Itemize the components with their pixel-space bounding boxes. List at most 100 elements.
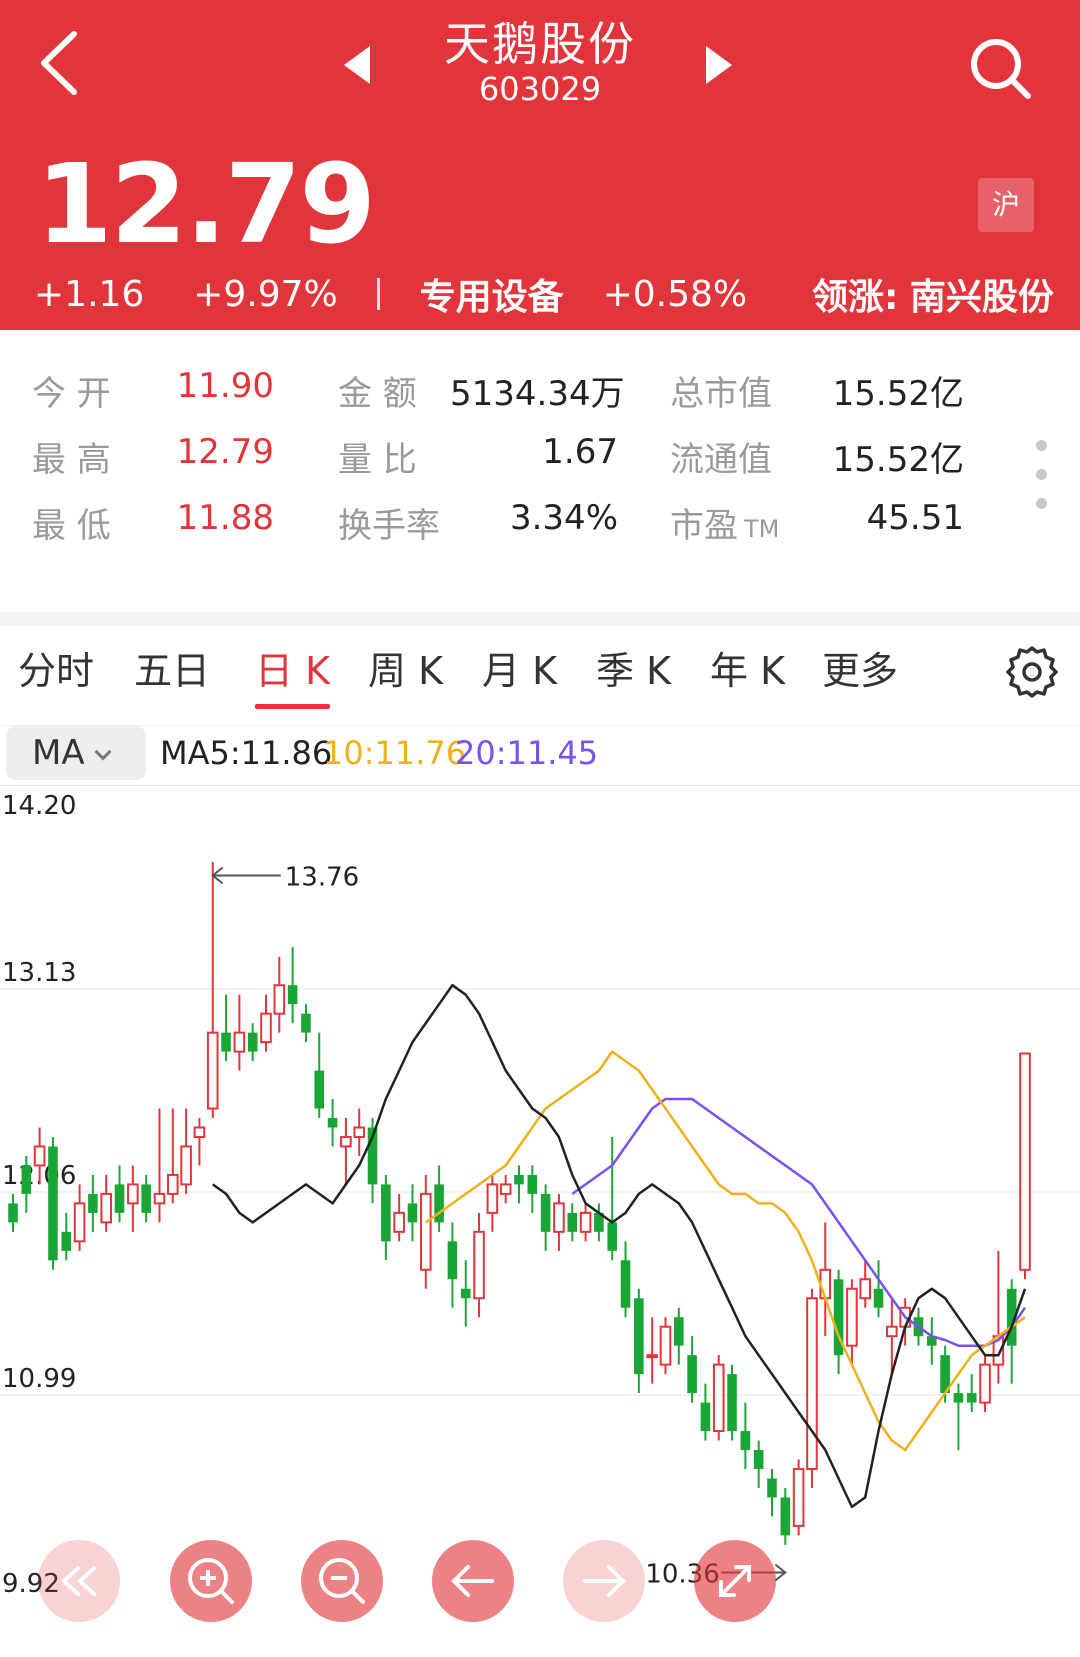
- candle-body-up: [193, 1126, 206, 1138]
- zoom-out-icon: [319, 1558, 365, 1604]
- ma10-readout: 10:11.76: [323, 734, 467, 772]
- more-stats-button[interactable]: [1034, 440, 1050, 510]
- candle-body-down: [966, 1393, 977, 1403]
- sector-name[interactable]: 专用设备: [420, 268, 564, 320]
- next-stock-button[interactable]: [700, 40, 736, 90]
- prev-stock-button[interactable]: [340, 40, 376, 90]
- candle-body-up: [659, 1325, 672, 1366]
- candle-body-down: [567, 1212, 578, 1232]
- zoom-out-button[interactable]: [301, 1540, 383, 1622]
- candle-body-down: [700, 1402, 711, 1432]
- y-axis-tick-label: 10.99: [2, 1364, 76, 1394]
- candle-body-down: [301, 1013, 311, 1033]
- candle-body-down: [114, 1184, 125, 1213]
- candle-body-up: [33, 1145, 46, 1167]
- candle-body-down: [460, 1288, 471, 1299]
- stock-header: 天鹅股份 603029 12.79 沪 +1.16 +9.97% 专用设备 +0…: [0, 0, 1080, 330]
- candle-body-up: [127, 1183, 139, 1205]
- sector-change: +0.58%: [602, 273, 748, 315]
- tab-daily-k[interactable]: 日 K: [255, 640, 330, 709]
- kline-chart[interactable]: 14.2013.1312.0610.999.9213.7610.36: [0, 786, 1080, 1657]
- turnover-value: 3.34%: [509, 498, 618, 538]
- search-icon: [971, 39, 1031, 99]
- candle-body-down: [8, 1203, 18, 1223]
- y-axis-tick-label: 13.13: [2, 958, 76, 988]
- divider: [377, 278, 381, 310]
- ma20-readout: 20:11.45: [455, 734, 599, 772]
- pe-label-text: 市盈: [670, 506, 738, 546]
- candle-body-up: [806, 1297, 818, 1470]
- candle-body-down: [514, 1174, 524, 1185]
- y-axis-tick-label: 14.20: [2, 791, 76, 821]
- fullscreen-button[interactable]: [694, 1540, 776, 1622]
- zoom-in-button[interactable]: [170, 1540, 252, 1622]
- chart-settings-button[interactable]: [1004, 644, 1060, 700]
- candle-body-down: [287, 985, 298, 1005]
- candle-body-up: [1019, 1052, 1031, 1271]
- double-chevron-left-icon: [61, 1566, 96, 1596]
- candle-body-down: [407, 1203, 418, 1223]
- candle-body-up: [792, 1467, 805, 1527]
- max-annotation-label: 13.76: [285, 862, 359, 892]
- candle-body-up: [260, 1012, 272, 1044]
- candle-body-up: [273, 984, 286, 1015]
- candle-body-down: [540, 1193, 551, 1232]
- candle-body-up: [819, 1268, 832, 1300]
- candle-body-up: [73, 1202, 86, 1243]
- indicator-bar: MA MA5:11.86 10:11.76 20:11.45: [0, 720, 1080, 786]
- candle-body-up: [353, 1126, 366, 1138]
- vol-ratio-label: 量 比: [338, 440, 417, 480]
- chevron-left-icon: [41, 31, 77, 95]
- candle-body-up: [486, 1183, 499, 1214]
- indicator-select[interactable]: MA: [6, 726, 146, 780]
- candle-body-down: [620, 1260, 631, 1308]
- arrow-right-icon: [583, 1565, 626, 1597]
- move-left-button[interactable]: [432, 1540, 514, 1622]
- open-label: 今 开: [32, 374, 111, 414]
- candle-body-down: [61, 1231, 72, 1251]
- candle-body-down: [673, 1317, 684, 1346]
- candle-body-up: [886, 1325, 898, 1338]
- tab-quarterly-k[interactable]: 季 K: [596, 640, 671, 695]
- tab-weekly-k[interactable]: 周 K: [368, 640, 443, 695]
- tab-yearly-k[interactable]: 年 K: [710, 640, 785, 695]
- tab-intraday[interactable]: 分时: [18, 640, 94, 695]
- candle-body-down: [727, 1374, 737, 1432]
- low-label: 最 低: [32, 506, 111, 546]
- candle-body-up: [499, 1183, 512, 1195]
- tab-monthly-k[interactable]: 月 K: [482, 640, 557, 695]
- high-label: 最 高: [32, 440, 111, 480]
- leader-name[interactable]: 南兴股份: [910, 268, 1054, 320]
- move-right-button[interactable]: [563, 1540, 645, 1622]
- expand-icon: [719, 1565, 751, 1597]
- amount-value: 5134.34万: [450, 374, 625, 414]
- turnover-label: 换手率: [338, 506, 440, 546]
- mktcap-label: 总市值: [670, 374, 772, 414]
- candle-body-up: [473, 1230, 485, 1300]
- section-divider: [0, 612, 1080, 626]
- open-value: 11.90: [176, 366, 274, 406]
- period-tabs: 分时 五日 日 K 周 K 月 K 季 K 年 K 更多: [0, 640, 1080, 726]
- candle-body-down: [780, 1497, 791, 1536]
- dot-icon: [1036, 469, 1047, 480]
- scroll-start-button[interactable]: [38, 1540, 120, 1622]
- indicator-select-label: MA: [32, 733, 85, 773]
- candle-body-up: [579, 1211, 592, 1233]
- candle-body-down: [21, 1165, 32, 1194]
- tab-five-day[interactable]: 五日: [134, 640, 210, 695]
- pe-label: 市盈 TM: [670, 498, 779, 547]
- low-value: 11.88: [176, 498, 274, 538]
- search-button[interactable]: [962, 30, 1042, 110]
- candle-body-down: [88, 1193, 98, 1213]
- amount-label: 金 额: [338, 374, 417, 414]
- tab-more[interactable]: 更多: [822, 640, 898, 695]
- vol-ratio-value: 1.67: [542, 432, 618, 472]
- candle-body-down: [327, 1118, 338, 1128]
- back-button[interactable]: [30, 28, 90, 98]
- high-value: 12.79: [176, 432, 274, 472]
- candle-body-down: [141, 1184, 151, 1213]
- candle-body-up: [153, 1192, 166, 1205]
- candle-body-up: [233, 1031, 246, 1053]
- exchange-badge: 沪: [978, 178, 1034, 232]
- stock-name: 天鹅股份: [444, 17, 636, 71]
